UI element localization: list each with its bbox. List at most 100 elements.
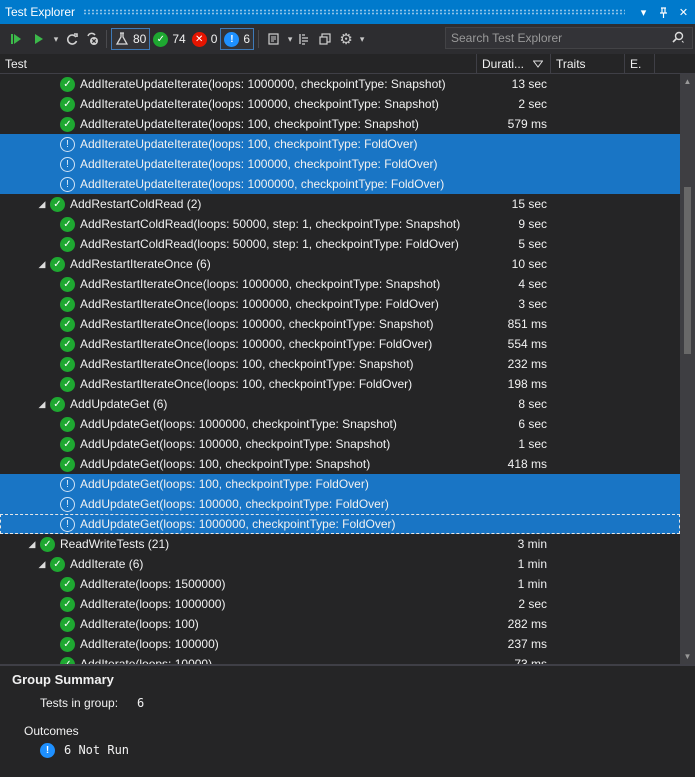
collapse-arrow-icon[interactable]: ◢ xyxy=(37,399,47,410)
scroll-down-icon[interactable]: ▼ xyxy=(680,649,695,664)
test-name: AddRestartIterateOnce(loops: 1000000, ch… xyxy=(80,297,439,311)
test-name: AddRestartColdRead(loops: 50000, step: 1… xyxy=(80,237,459,251)
test-row[interactable]: ✓ AddIterateUpdateIterate(loops: 100, che… xyxy=(0,114,680,134)
test-duration: 1 min xyxy=(517,577,547,591)
failed-tests-filter[interactable]: ✕ 0 xyxy=(189,28,221,50)
test-duration: 73 ms xyxy=(514,657,547,664)
test-group-row[interactable]: ◢ ✓ AddUpdateGet (6) 8 sec xyxy=(0,394,680,414)
test-duration: 579 ms xyxy=(507,117,547,131)
collapse-arrow-icon[interactable]: ◢ xyxy=(27,539,37,550)
settings-dropdown-icon[interactable]: ▾ xyxy=(357,28,367,50)
test-row[interactable]: ✓ AddIterate(loops: 10000) 73 ms xyxy=(0,654,680,664)
run-all-icon[interactable] xyxy=(4,28,28,50)
test-row[interactable]: ✓ AddRestartColdRead(loops: 50000, step: … xyxy=(0,234,680,254)
not-run-tests-filter[interactable]: ! 6 xyxy=(220,28,255,50)
column-traits[interactable]: Traits xyxy=(551,54,625,74)
refresh-icon[interactable] xyxy=(62,28,82,50)
test-row[interactable]: ✓ AddRestartIterateOnce(loops: 1000000, c… xyxy=(0,294,680,314)
test-row[interactable]: ✓ AddIterate(loops: 1500000) 1 min xyxy=(0,574,680,594)
scrollbar-thumb[interactable] xyxy=(684,187,691,354)
passed-icon: ✓ xyxy=(60,116,75,132)
passed-icon: ✓ xyxy=(60,276,75,292)
test-row[interactable]: ✓ AddIterateUpdateIterate(loops: 100000, … xyxy=(0,94,680,114)
test-row[interactable]: ✓ AddIterate(loops: 1000000) 2 sec xyxy=(0,594,680,614)
test-row[interactable]: ✓ AddRestartIterateOnce(loops: 100, check… xyxy=(0,374,680,394)
sort-descending-icon[interactable] xyxy=(528,54,551,74)
drag-grip[interactable] xyxy=(83,9,625,15)
test-row[interactable]: ✓ AddUpdateGet(loops: 100, checkpointType… xyxy=(0,454,680,474)
test-name: AddUpdateGet (6) xyxy=(70,397,168,411)
test-row[interactable]: ✓ AddRestartColdRead(loops: 50000, step: … xyxy=(0,214,680,234)
collapse-arrow-icon[interactable]: ◢ xyxy=(37,559,47,570)
test-row[interactable]: ✓ AddIterateUpdateIterate(loops: 1000000,… xyxy=(0,74,680,94)
passed-icon: ✓ xyxy=(50,256,65,272)
test-name: ReadWriteTests (21) xyxy=(60,537,170,551)
test-group-row[interactable]: ◢ ✓ AddRestartColdRead (2) 15 sec xyxy=(0,194,680,214)
test-name: AddRestartIterateOnce(loops: 100000, che… xyxy=(80,337,433,351)
column-extra[interactable]: E. xyxy=(625,54,655,74)
playlist-dropdown-icon[interactable]: ▾ xyxy=(285,28,295,50)
not-run-icon: ! xyxy=(224,31,240,47)
passed-icon: ✓ xyxy=(60,636,75,652)
collapse-arrow-icon[interactable]: ◢ xyxy=(37,259,47,270)
test-name: AddRestartIterateOnce (6) xyxy=(70,257,211,271)
cancel-icon[interactable] xyxy=(82,28,102,50)
passed-icon: ✓ xyxy=(60,456,75,472)
passed-icon: ✓ xyxy=(60,416,75,432)
test-row[interactable]: ! AddIterateUpdateIterate(loops: 100, che… xyxy=(0,134,680,154)
failed-count: 0 xyxy=(210,32,218,46)
test-group-row[interactable]: ◢ ✓ AddIterate (6) 1 min xyxy=(0,554,680,574)
total-count: 80 xyxy=(133,32,147,46)
group-by-icon[interactable] xyxy=(295,28,315,50)
test-duration: 5 sec xyxy=(518,237,547,251)
test-name: AddIterate (6) xyxy=(70,557,144,571)
test-name: AddIterateUpdateIterate(loops: 100, chec… xyxy=(80,137,418,151)
passed-icon: ✓ xyxy=(50,396,65,412)
passed-icon: ✓ xyxy=(60,336,75,352)
test-row[interactable]: ✓ AddUpdateGet(loops: 1000000, checkpoint… xyxy=(0,414,680,434)
test-row[interactable]: ✓ AddRestartIterateOnce(loops: 100, check… xyxy=(0,354,680,374)
copy-icon[interactable] xyxy=(315,28,335,50)
test-row[interactable]: ! AddUpdateGet(loops: 1000000, checkpoint… xyxy=(0,514,680,534)
outcomes-label: Outcomes xyxy=(24,724,79,738)
run-icon[interactable] xyxy=(28,28,50,50)
test-group-row[interactable]: ◢ ✓ AddRestartIterateOnce (6) 10 sec xyxy=(0,254,680,274)
total-tests-filter[interactable]: 80 xyxy=(111,28,151,50)
scroll-up-icon[interactable]: ▲ xyxy=(680,74,695,89)
test-name: AddUpdateGet(loops: 100, checkpointType:… xyxy=(80,457,371,471)
test-duration: 1 sec xyxy=(518,437,547,451)
passed-icon: ✓ xyxy=(50,556,65,572)
test-row[interactable]: ! AddUpdateGet(loops: 100000, checkpointT… xyxy=(0,494,680,514)
pin-icon[interactable] xyxy=(655,4,672,21)
not-run-icon: ! xyxy=(60,136,75,152)
test-row[interactable]: ✓ AddIterate(loops: 100) 282 ms xyxy=(0,614,680,634)
test-row[interactable]: ✓ AddIterate(loops: 100000) 237 ms xyxy=(0,634,680,654)
test-row[interactable]: ✓ AddRestartIterateOnce(loops: 100000, ch… xyxy=(0,314,680,334)
settings-gear-icon[interactable]: ⚙ xyxy=(335,28,357,50)
search-input[interactable]: Search Test Explorer xyxy=(446,31,664,45)
test-row[interactable]: ✓ AddRestartIterateOnce(loops: 1000000, c… xyxy=(0,274,680,294)
passed-tests-filter[interactable]: ✓ 74 xyxy=(150,28,188,50)
run-dropdown-icon[interactable]: ▾ xyxy=(50,28,62,50)
not-run-icon: ! xyxy=(60,156,75,172)
vertical-scrollbar[interactable]: ▲ ▼ xyxy=(680,74,695,664)
test-row[interactable]: ! AddIterateUpdateIterate(loops: 100000, … xyxy=(0,154,680,174)
close-icon[interactable]: ✕ xyxy=(675,4,692,21)
test-row[interactable]: ! AddIterateUpdateIterate(loops: 1000000,… xyxy=(0,174,680,194)
test-name: AddIterateUpdateIterate(loops: 100, chec… xyxy=(80,117,419,131)
test-name: AddRestartIterateOnce(loops: 100, checkp… xyxy=(80,357,414,371)
search-box[interactable]: Search Test Explorer xyxy=(445,27,693,49)
column-test[interactable]: Test xyxy=(0,54,477,74)
test-row[interactable]: ! AddUpdateGet(loops: 100, checkpointType… xyxy=(0,474,680,494)
search-icon[interactable] xyxy=(664,31,692,46)
playlist-icon[interactable] xyxy=(263,28,285,50)
toolbar: ▾ 80 ✓ 74 ✕ 0 ! 6 ▾ ⚙ ▾ Search Test Expl… xyxy=(0,24,695,54)
tests-in-group-value: 6 xyxy=(137,696,145,710)
window-position-dropdown-icon[interactable]: ▾ xyxy=(635,4,652,21)
test-group-row[interactable]: ◢ ✓ ReadWriteTests (21) 3 min xyxy=(0,534,680,554)
test-duration: 198 ms xyxy=(507,377,547,391)
collapse-arrow-icon[interactable]: ◢ xyxy=(37,199,47,210)
test-row[interactable]: ✓ AddUpdateGet(loops: 100000, checkpointT… xyxy=(0,434,680,454)
test-row[interactable]: ✓ AddRestartIterateOnce(loops: 100000, ch… xyxy=(0,334,680,354)
not-run-outcome-link[interactable]: 6 Not Run xyxy=(64,743,129,757)
